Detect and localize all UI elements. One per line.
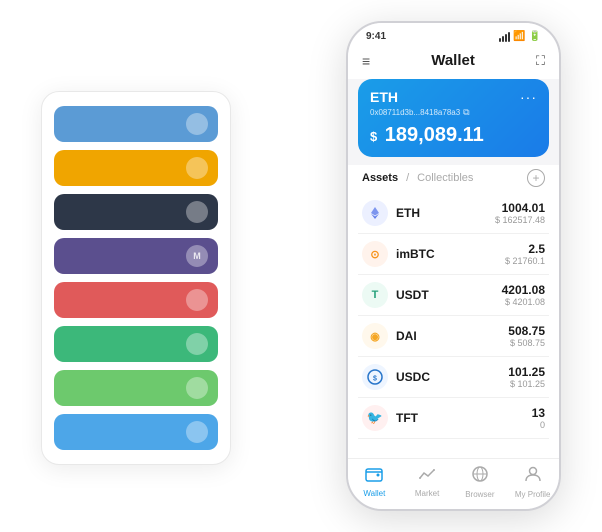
- svg-text:$: $: [373, 376, 377, 383]
- wallet-nav-icon: [365, 466, 383, 487]
- card-dot: [186, 289, 208, 311]
- card-dot: [186, 333, 208, 355]
- phone: 9:41 📶 🔋 ≡ Wallet ⛶ ETH ···: [346, 21, 561, 511]
- asset-amount: 4201.08: [502, 283, 545, 297]
- menu-icon[interactable]: ≡: [362, 53, 370, 69]
- asset-usd: $ 21760.1: [505, 256, 545, 266]
- market-nav-icon: [418, 466, 436, 487]
- status-bar: 9:41 📶 🔋: [348, 23, 559, 46]
- asset-amount: 508.75: [508, 324, 545, 338]
- profile-nav-label: My Profile: [515, 490, 551, 499]
- eth-card-balance: $ 189,089.11: [370, 124, 537, 147]
- status-icons: 📶 🔋: [499, 31, 541, 42]
- assets-header: Assets / Collectibles +: [348, 165, 559, 193]
- browser-nav-icon: [471, 465, 489, 488]
- asset-usd: $ 4201.08: [502, 297, 545, 307]
- tab-collectibles[interactable]: Collectibles: [417, 172, 473, 184]
- card-dot: [186, 421, 208, 443]
- asset-name: USDC: [396, 370, 430, 384]
- profile-nav-icon: [524, 465, 542, 488]
- list-item[interactable]: [54, 414, 218, 450]
- asset-amount: 13: [532, 406, 545, 420]
- usdc-icon: $: [362, 364, 388, 390]
- table-row[interactable]: 🐦 TFT 13 0: [358, 398, 549, 439]
- asset-usd: $ 508.75: [508, 338, 545, 348]
- asset-name: imBTC: [396, 247, 435, 261]
- status-time: 9:41: [366, 31, 386, 42]
- eth-card-symbol: ETH: [370, 89, 398, 105]
- table-row[interactable]: $ USDC 101.25 $ 101.25: [358, 357, 549, 398]
- bottom-nav: Wallet Market Browser My Profile: [348, 458, 559, 509]
- asset-amount: 2.5: [505, 242, 545, 256]
- dai-icon: ◉: [362, 323, 388, 349]
- eth-card[interactable]: ETH ··· 0x08711d3b...8418a78a3 ⧉ $ 189,0…: [358, 79, 549, 157]
- asset-name: DAI: [396, 329, 417, 343]
- expand-icon[interactable]: ⛶: [536, 53, 545, 69]
- card-stack: M: [41, 91, 231, 465]
- table-row[interactable]: ⊙ imBTC 2.5 $ 21760.1: [358, 234, 549, 275]
- asset-usd: 0: [532, 420, 545, 430]
- asset-usd: $ 162517.48: [495, 215, 545, 225]
- add-asset-button[interactable]: +: [527, 169, 545, 187]
- wifi-icon: 📶: [513, 31, 525, 42]
- table-row[interactable]: ◉ DAI 508.75 $ 508.75: [358, 316, 549, 357]
- tab-separator: /: [406, 172, 409, 184]
- tft-icon: 🐦: [362, 405, 388, 431]
- page-title: Wallet: [431, 52, 475, 69]
- list-item[interactable]: M: [54, 238, 218, 274]
- card-dot: M: [186, 245, 208, 267]
- assets-list: ETH 1004.01 $ 162517.48 ⊙ imBTC 2.5 $ 21…: [348, 193, 559, 458]
- list-item[interactable]: [54, 326, 218, 362]
- list-item[interactable]: [54, 106, 218, 142]
- nav-item-profile[interactable]: My Profile: [506, 465, 559, 499]
- wallet-nav-label: Wallet: [363, 489, 385, 498]
- browser-nav-label: Browser: [465, 490, 494, 499]
- card-dot: [186, 157, 208, 179]
- nav-item-market[interactable]: Market: [401, 466, 454, 498]
- list-item[interactable]: [54, 370, 218, 406]
- table-row[interactable]: ETH 1004.01 $ 162517.48: [358, 193, 549, 234]
- card-dot: [186, 113, 208, 135]
- nav-item-browser[interactable]: Browser: [454, 465, 507, 499]
- asset-name: ETH: [396, 206, 420, 220]
- assets-tabs: Assets / Collectibles: [362, 172, 473, 184]
- signal-icon: [499, 32, 510, 42]
- battery-icon: 🔋: [529, 31, 541, 42]
- asset-name: USDT: [396, 288, 429, 302]
- eth-card-address: 0x08711d3b...8418a78a3 ⧉: [370, 107, 537, 118]
- table-row[interactable]: T USDT 4201.08 $ 4201.08: [358, 275, 549, 316]
- nav-item-wallet[interactable]: Wallet: [348, 466, 401, 498]
- tab-assets[interactable]: Assets: [362, 172, 398, 184]
- list-item[interactable]: [54, 194, 218, 230]
- card-dot: [186, 377, 208, 399]
- usdt-icon: T: [362, 282, 388, 308]
- asset-amount: 101.25: [508, 365, 545, 379]
- card-dot: [186, 201, 208, 223]
- list-item[interactable]: [54, 150, 218, 186]
- asset-usd: $ 101.25: [508, 379, 545, 389]
- eth-icon: [362, 200, 388, 226]
- eth-card-more-button[interactable]: ···: [520, 89, 537, 105]
- asset-name: TFT: [396, 411, 418, 425]
- imbtc-icon: ⊙: [362, 241, 388, 267]
- market-nav-label: Market: [415, 489, 439, 498]
- eth-card-top: ETH ···: [370, 89, 537, 105]
- phone-header: ≡ Wallet ⛶: [348, 46, 559, 79]
- scene: M 9:41 📶 🔋: [11, 11, 591, 521]
- list-item[interactable]: [54, 282, 218, 318]
- asset-amount: 1004.01: [495, 201, 545, 215]
